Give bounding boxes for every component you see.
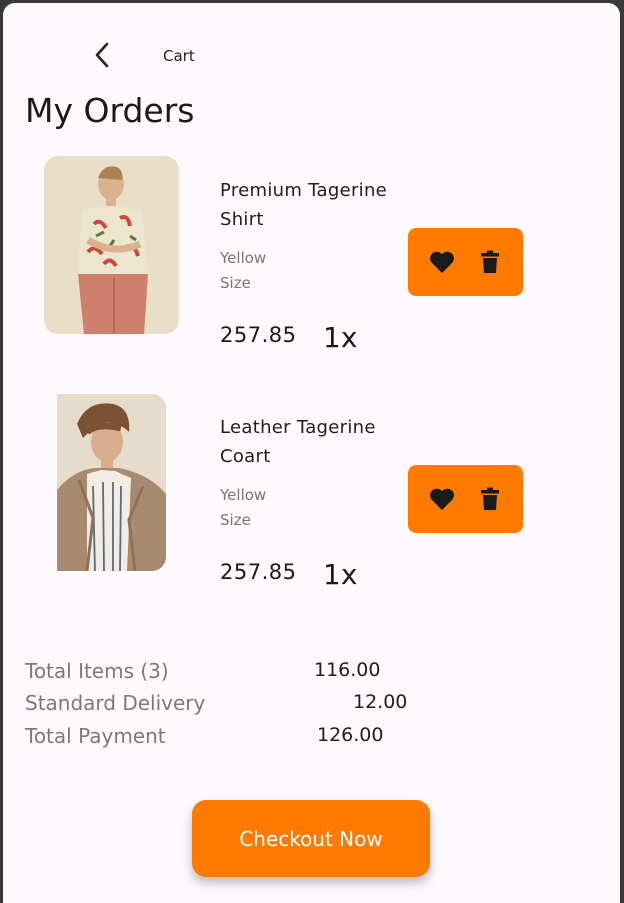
page-title: My Orders	[25, 91, 195, 130]
delete-button[interactable]	[477, 486, 503, 512]
product-variant: Yellow Size	[220, 486, 267, 529]
favorite-button[interactable]	[429, 249, 455, 275]
summary-label: Standard Delivery	[25, 691, 206, 715]
delete-button[interactable]	[477, 249, 503, 275]
product-quantity: 1x	[323, 321, 358, 354]
cart-screen: Cart My Orders Premium Tagerine Shirt Ye…	[3, 3, 620, 903]
trash-icon	[480, 487, 499, 510]
summary-value: 116.00	[314, 659, 381, 681]
product-quantity: 1x	[323, 558, 358, 591]
nav-title: Cart	[163, 47, 195, 65]
item-actions	[408, 228, 523, 296]
product-variant: Yellow Size	[220, 249, 267, 292]
heart-icon	[429, 251, 454, 273]
summary-value: 126.00	[317, 724, 384, 746]
item-actions	[408, 465, 523, 533]
back-button[interactable]	[87, 39, 117, 71]
order-item: Leather Tagerine Coart Yellow Size 257.8…	[3, 390, 620, 591]
summary-delivery: Standard Delivery 12.00	[25, 691, 425, 721]
order-item: Premium Tagerine Shirt Yellow Size 257.8…	[3, 153, 620, 354]
summary-label: Total Payment	[25, 724, 166, 748]
product-price: 257.85	[220, 323, 297, 347]
trash-icon	[480, 250, 499, 273]
back-arrow-icon	[95, 42, 109, 68]
summary-label: Total Items (3)	[25, 659, 169, 683]
product-image[interactable]	[44, 156, 179, 334]
favorite-button[interactable]	[429, 486, 455, 512]
product-name: Leather Tagerine Coart	[220, 417, 376, 467]
summary-total-items: Total Items (3) 116.00	[25, 659, 425, 689]
checkout-button[interactable]: Checkout Now	[192, 800, 430, 877]
product-image[interactable]	[57, 394, 166, 571]
summary-total-payment: Total Payment 126.00	[25, 724, 425, 754]
heart-icon	[429, 488, 454, 510]
product-price: 257.85	[220, 560, 297, 584]
product-name: Premium Tagerine Shirt	[220, 180, 388, 230]
summary-value: 12.00	[353, 691, 408, 713]
